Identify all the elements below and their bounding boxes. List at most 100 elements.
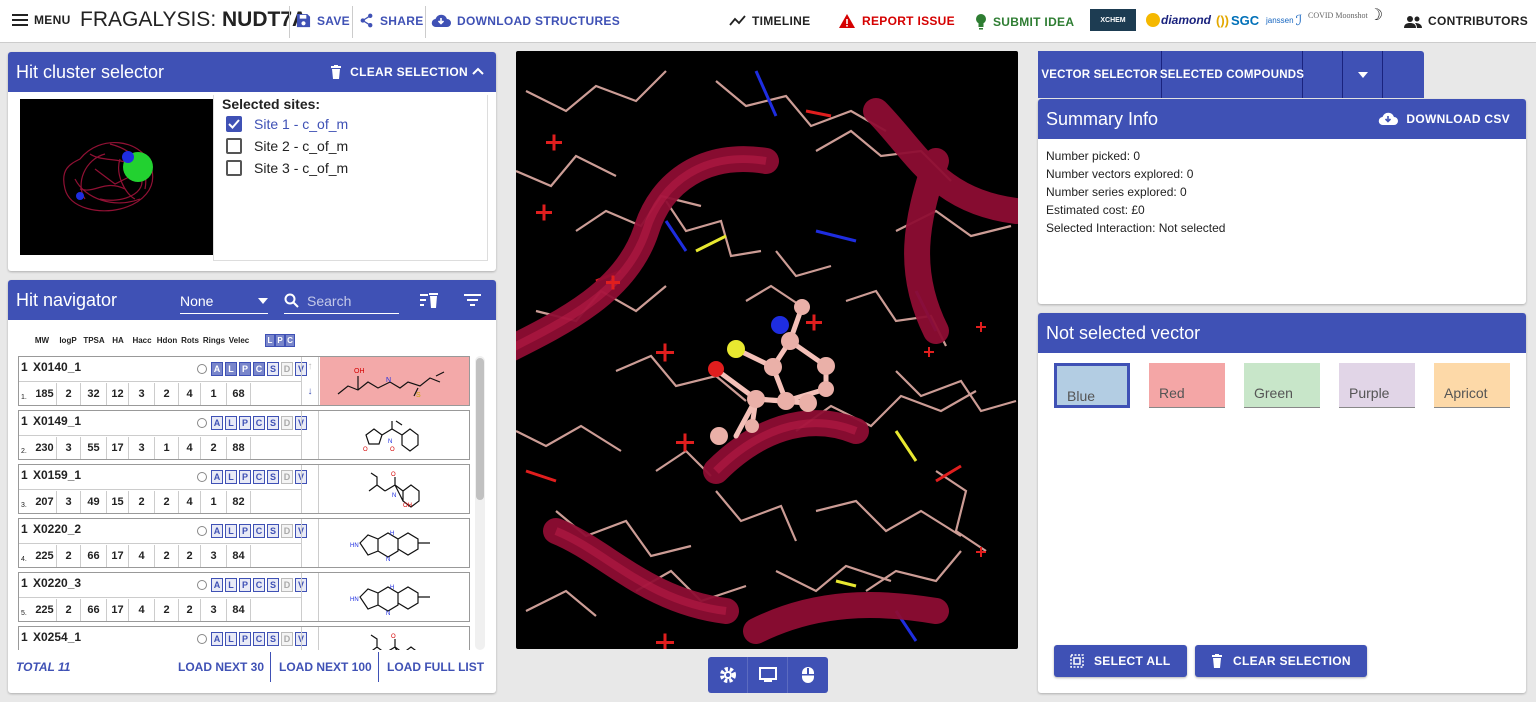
color-swatch-blue[interactable]: Blue (1054, 363, 1130, 408)
cluster-preview-image[interactable] (20, 99, 213, 255)
toggle-d[interactable]: D (281, 362, 293, 376)
tab-empty[interactable] (1383, 51, 1424, 98)
tab-vector-selector[interactable]: VECTOR SELECTOR (1038, 51, 1162, 98)
reorder-arrows[interactable] (301, 627, 319, 650)
toggle-p[interactable]: P (239, 578, 251, 592)
toggle-c[interactable]: C (253, 632, 265, 646)
reorder-arrows[interactable] (301, 465, 319, 513)
viewer-display-button[interactable] (748, 657, 788, 693)
toggle-a[interactable]: A (211, 578, 223, 592)
toggle-d[interactable]: D (281, 524, 293, 538)
toggle-d[interactable]: D (281, 578, 293, 592)
tab-menu-button[interactable] (1343, 51, 1383, 98)
chevron-up-icon[interactable] (472, 66, 484, 76)
molecule-3d-viewer[interactable] (516, 51, 1018, 649)
color-swatch-apricot[interactable]: Apricot (1434, 363, 1510, 408)
hit-row[interactable]: 1 X0140_1 A L P C S D V 1. 185 2 32 12 3 2 4 1 68 ↑ ↓ OH N S (18, 356, 470, 406)
reorder-arrows[interactable] (301, 573, 319, 621)
center-target-icon[interactable] (197, 472, 207, 482)
menu-button[interactable]: MENU (12, 13, 71, 27)
checkbox-icon[interactable] (226, 138, 242, 154)
toggle-c[interactable]: C (253, 470, 265, 484)
toggle-c[interactable]: C (253, 578, 265, 592)
toggle-s[interactable]: S (267, 362, 279, 376)
center-target-icon[interactable] (197, 526, 207, 536)
toggle-d[interactable]: D (281, 632, 293, 646)
save-button[interactable]: SAVE (296, 13, 350, 28)
timeline-button[interactable]: TIMELINE (729, 14, 810, 28)
viewer-settings-button[interactable] (708, 657, 748, 693)
report-issue-button[interactable]: REPORT ISSUE (838, 13, 955, 29)
molecule-structure-image[interactable]: ONOH (320, 465, 469, 513)
site-option-2[interactable]: Site 2 - c_of_m (226, 136, 348, 156)
toggle-d[interactable]: D (281, 470, 293, 484)
search-input[interactable]: Search (307, 293, 351, 309)
hit-row[interactable]: 1 X0220_2 A L P C S D V 4. 225 2 66 17 4 2 2 3 84 HN N H (18, 518, 470, 568)
toggle-protein[interactable]: P (275, 333, 285, 347)
reorder-arrows[interactable] (301, 411, 319, 459)
hit-code[interactable]: X0149_1 (33, 414, 81, 428)
scrollbar-thumb[interactable] (476, 358, 484, 500)
color-swatch-purple[interactable]: Purple (1339, 363, 1415, 408)
hit-row[interactable]: 1 X0159_1 A L P C S D V 3. 207 3 49 15 2 2 4 1 82 O N OH (18, 464, 470, 514)
toggle-a[interactable]: A (211, 632, 223, 646)
hit-code[interactable]: X0140_1 (33, 360, 81, 374)
checkbox-checked-icon[interactable] (226, 116, 242, 132)
column-header[interactable]: TPSA (81, 336, 107, 345)
center-target-icon[interactable] (197, 580, 207, 590)
toggle-s[interactable]: S (267, 524, 279, 538)
column-header[interactable]: Hdon (155, 336, 179, 345)
color-swatch-green[interactable]: Green (1244, 363, 1320, 408)
column-header[interactable]: MW (29, 336, 55, 345)
toggle-a[interactable]: A (211, 524, 223, 538)
arrow-up-icon[interactable]: ↑ (302, 361, 318, 372)
toggle-l[interactable]: L (225, 416, 237, 430)
load-next-30-button[interactable]: LOAD NEXT 30 (178, 660, 264, 674)
hit-code[interactable]: X0220_2 (33, 522, 81, 536)
submit-idea-button[interactable]: SUBMIT IDEA (975, 13, 1074, 30)
toggle-l[interactable]: L (225, 632, 237, 646)
hit-code[interactable]: X0220_3 (33, 576, 81, 590)
toggle-l[interactable]: L (225, 470, 237, 484)
column-header[interactable]: Rings (201, 336, 227, 345)
load-full-list-button[interactable]: LOAD FULL LIST (387, 660, 484, 674)
molecule-structure-image[interactable]: OH N S (320, 357, 469, 405)
reorder-arrows[interactable]: ↑ ↓ (301, 357, 319, 405)
column-header[interactable]: logP (55, 336, 81, 345)
toggle-s[interactable]: S (267, 416, 279, 430)
toggle-p[interactable]: P (239, 524, 251, 538)
toggle-p[interactable]: P (239, 632, 251, 646)
clear-filter-icon[interactable] (420, 292, 438, 308)
center-target-icon[interactable] (197, 634, 207, 644)
hit-row[interactable]: 1 X0149_1 A L P C S D V 2. 230 3 55 17 3 1 4 2 88 O N O (18, 410, 470, 460)
filter-select[interactable]: None (180, 288, 268, 314)
toggle-p[interactable]: P (239, 470, 251, 484)
column-header[interactable]: Rots (179, 336, 201, 345)
toggle-ligand[interactable]: L (265, 333, 275, 347)
toggle-c[interactable]: C (253, 524, 265, 538)
clear-selection-button[interactable]: CLEAR SELECTION (1195, 645, 1367, 677)
toggle-s[interactable]: S (267, 632, 279, 646)
tab-empty[interactable] (1303, 51, 1343, 98)
molecule-structure-image[interactable]: ONO (320, 411, 469, 459)
site-option-3[interactable]: Site 3 - c_of_m (226, 158, 348, 178)
toggle-l[interactable]: L (225, 362, 237, 376)
center-target-icon[interactable] (197, 364, 207, 374)
toggle-l[interactable]: L (225, 524, 237, 538)
hit-row[interactable]: 1X0254_1ALPCSDV6.ONOH (18, 626, 470, 650)
color-swatch-red[interactable]: Red (1149, 363, 1225, 408)
toggle-p[interactable]: P (239, 362, 251, 376)
molecule-structure-image[interactable]: ONOH (320, 627, 469, 650)
toggle-a[interactable]: A (211, 416, 223, 430)
toggle-d[interactable]: D (281, 416, 293, 430)
clear-selection-button[interactable]: CLEAR SELECTION (330, 65, 468, 79)
share-button[interactable]: SHARE (359, 13, 424, 28)
column-header[interactable]: Velec (227, 336, 251, 345)
column-header[interactable]: HA (107, 336, 129, 345)
hit-code[interactable]: X0254_1 (33, 630, 81, 644)
filter-icon[interactable] (464, 294, 481, 306)
tab-selected-compounds[interactable]: SELECTED COMPOUNDS (1160, 51, 1304, 98)
toggle-a[interactable]: A (211, 362, 223, 376)
toggle-complex[interactable]: C (285, 333, 295, 347)
select-all-button[interactable]: SELECT ALL (1054, 645, 1187, 677)
